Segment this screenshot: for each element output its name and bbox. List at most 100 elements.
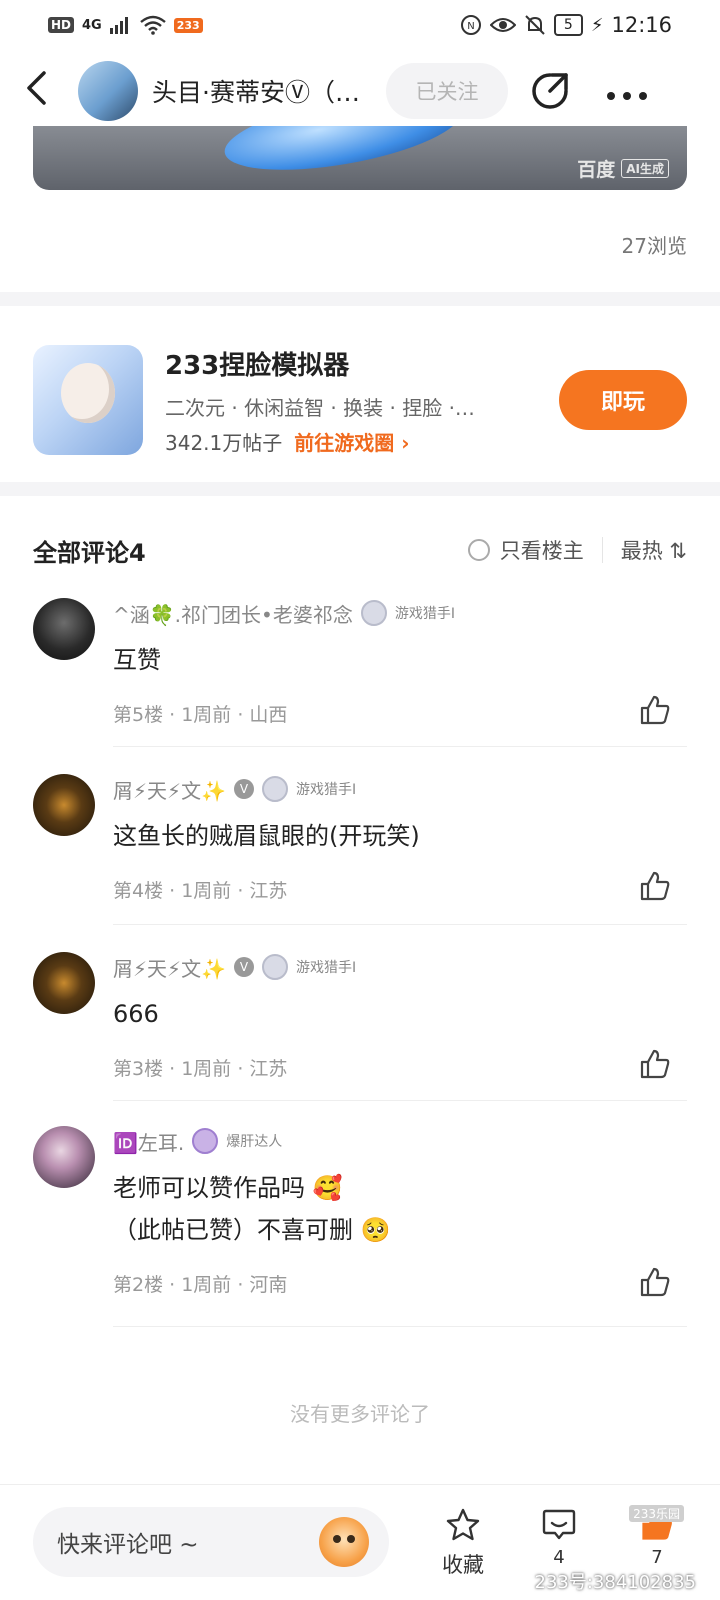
play-button[interactable]: 即玩 — [559, 370, 687, 430]
game-circle-link[interactable]: 前往游戏圈 › — [294, 427, 409, 456]
comment-text: 666 — [113, 1000, 159, 1028]
favorite-label: 收藏 — [442, 1553, 484, 1577]
rank-badge-icon — [262, 954, 288, 980]
comment-input[interactable]: 快来评论吧 ~ — [33, 1507, 389, 1577]
commenter-avatar[interactable] — [33, 774, 95, 836]
comment-divider — [113, 1100, 687, 1101]
game-post-count: 342.1万帖子 — [165, 430, 283, 455]
ai-watermark: 百度 AI生成 — [577, 155, 669, 182]
comment-text-line-1: 老师可以赞作品吗 🥰 — [113, 1174, 343, 1202]
rank-label: 游戏猎手Ⅰ — [296, 960, 357, 976]
svg-text:N: N — [467, 21, 474, 32]
follow-button[interactable]: 已关注 — [386, 63, 508, 119]
watermark-logo: 233乐园 — [629, 1505, 684, 1522]
mute-bell-icon — [525, 15, 545, 35]
comment-meta: 第3楼 · 1周前 · 江苏 — [113, 1058, 288, 1080]
post-image[interactable]: 百度 AI生成 — [33, 126, 687, 190]
app-notification-icon: 233 — [173, 17, 203, 33]
comment-divider — [113, 746, 687, 747]
thumbs-up-icon — [640, 1267, 670, 1297]
rank-label: 游戏猎手Ⅰ — [394, 606, 455, 622]
comment-divider — [113, 1326, 687, 1327]
like-count: 7 — [651, 1547, 663, 1568]
thumbs-up-icon — [640, 871, 670, 901]
comments-header: 全部评论4 只看楼主 最热 ⇅ — [33, 528, 687, 572]
share-button[interactable] — [530, 71, 570, 111]
section-divider — [0, 482, 720, 496]
game-icon[interactable] — [33, 345, 143, 455]
game-card[interactable]: 233捏脸模拟器 二次元 · 休闲益智 · 换装 · 捏脸 ·… 342.1万帖… — [33, 344, 687, 456]
comment-item: 屑⚡天⚡文✨ V 游戏猎手Ⅰ 666 第3楼 · 1周前 · 江苏 — [33, 952, 687, 1082]
network-indicator: 4G — [82, 17, 102, 33]
commenter-name[interactable]: 🆔左耳. — [113, 1127, 184, 1156]
comment-text: 这鱼长的贼眉鼠眼的(开玩笑) — [113, 822, 420, 850]
status-bar: HD 4G 233 N 5 ⚡ 12:16 — [0, 0, 720, 50]
back-button[interactable] — [24, 70, 70, 113]
comment-text: 互赞 — [113, 646, 161, 674]
comment-divider — [113, 924, 687, 925]
watermark-brand: 百度 — [577, 159, 616, 181]
sort-divider — [601, 537, 603, 563]
eye-icon — [489, 18, 516, 32]
author-name[interactable]: 头目·赛蒂安Ⓥ（… — [152, 73, 374, 109]
rank-label: 爆肝达人 — [226, 1134, 283, 1150]
comment-item: 屑⚡天⚡文✨ V 游戏猎手Ⅰ 这鱼长的贼眉鼠眼的(开玩笑) 第4楼 · 1周前 … — [33, 774, 687, 904]
only-host-toggle[interactable]: 只看楼主 — [467, 535, 584, 565]
rank-label: 游戏猎手Ⅰ — [296, 782, 357, 798]
like-button[interactable] — [639, 1266, 671, 1298]
bottom-bar: 快来评论吧 ~ 收藏 4 7 233乐园 233号:384102835 — [0, 1484, 720, 1600]
signal-icon — [109, 17, 128, 34]
commenter-avatar[interactable] — [33, 598, 95, 660]
no-more-comments: 没有更多评论了 — [290, 1402, 430, 1426]
emoji-mascot-icon[interactable] — [319, 1517, 369, 1567]
commenter-name[interactable]: ^涵🍀.祁门团长•老婆祁念 — [113, 599, 353, 628]
commenter-avatar[interactable] — [33, 952, 95, 1014]
thumbs-up-icon — [640, 695, 670, 725]
share-icon — [532, 73, 568, 109]
comments-title: 全部评论4 — [33, 538, 146, 567]
rank-badge-icon — [360, 600, 387, 626]
author-avatar[interactable] — [78, 61, 138, 121]
comment-count-button[interactable]: 4 — [524, 1507, 594, 1568]
view-count: 27浏览 — [621, 234, 687, 258]
favorite-button[interactable]: 收藏 — [428, 1507, 498, 1579]
comment-input-placeholder: 快来评论吧 ~ — [57, 1532, 199, 1558]
back-arrow-icon — [27, 70, 46, 105]
hd-indicator: HD — [48, 17, 75, 33]
verified-icon: V — [234, 957, 254, 977]
radio-icon — [467, 539, 490, 561]
nfc-icon: N — [460, 15, 481, 35]
commenter-name[interactable]: 屑⚡天⚡文✨ — [113, 953, 226, 982]
like-button[interactable] — [639, 694, 671, 726]
more-button[interactable] — [606, 74, 648, 109]
watermark-tag: AI生成 — [621, 159, 669, 178]
comment-meta: 第2楼 · 1周前 · 河南 — [113, 1274, 288, 1296]
comment-meta: 第4楼 · 1周前 · 江苏 — [113, 880, 288, 902]
like-button[interactable] — [639, 1048, 671, 1080]
game-meta: 342.1万帖子 前往游戏圈 › — [165, 427, 559, 456]
battery-icon: 5 — [553, 14, 583, 36]
game-info: 233捏脸模拟器 二次元 · 休闲益智 · 换装 · 捏脸 ·… 342.1万帖… — [165, 345, 559, 456]
comment-meta: 第5楼 · 1周前 · 山西 — [113, 704, 288, 726]
commenter-name[interactable]: 屑⚡天⚡文✨ — [113, 775, 226, 804]
comment-item: 🆔左耳. 爆肝达人 老师可以赞作品吗 🥰 （此帖已赞）不喜可删 🥺 第2楼 · … — [33, 1126, 687, 1306]
verified-icon: V — [234, 779, 254, 799]
only-host-label: 只看楼主 — [499, 539, 584, 563]
clock: 12:16 — [611, 13, 672, 37]
wifi-icon — [139, 15, 166, 35]
more-icon — [607, 91, 647, 100]
like-button[interactable] — [639, 870, 671, 902]
game-tags: 二次元 · 休闲益智 · 换装 · 捏脸 ·… — [165, 395, 475, 420]
thumbs-up-icon — [640, 1049, 670, 1079]
commenter-avatar[interactable] — [33, 1126, 95, 1188]
rank-badge-icon — [192, 1128, 219, 1154]
comment-item: ^涵🍀.祁门团长•老婆祁念 游戏猎手Ⅰ 互赞 第5楼 · 1周前 · 山西 — [33, 598, 687, 728]
charging-icon: ⚡ — [590, 14, 604, 36]
comment-count: 4 — [553, 1547, 565, 1568]
star-icon — [446, 1508, 480, 1541]
rank-badge-icon — [262, 776, 288, 802]
game-name[interactable]: 233捏脸模拟器 — [165, 345, 559, 382]
comment-bubble-icon — [542, 1509, 576, 1540]
sort-dropdown[interactable]: 最热 ⇅ — [621, 535, 687, 565]
fish-illustration — [219, 126, 467, 185]
